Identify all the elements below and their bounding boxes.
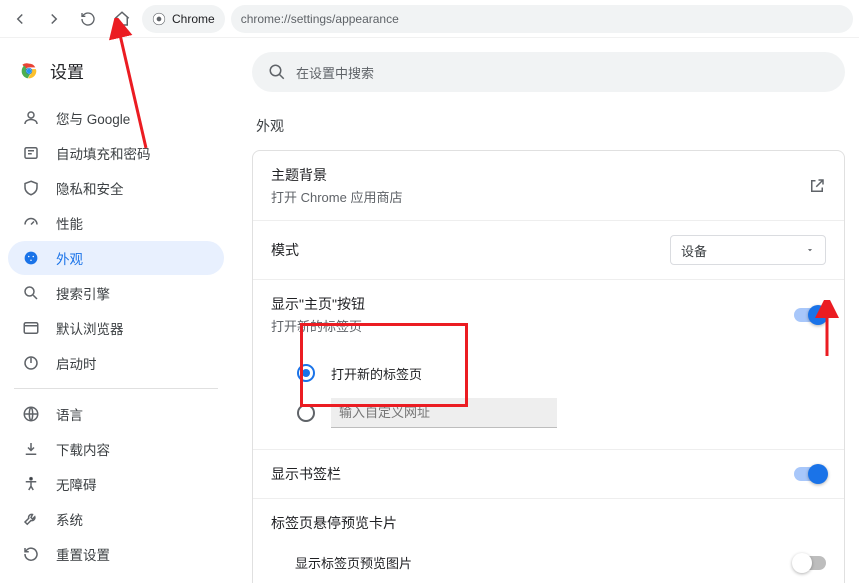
chrome-logo-icon <box>18 60 40 82</box>
hover-title: 标签页悬停预览卡片 <box>271 513 397 533</box>
sidebar-item-autofill[interactable]: 自动填充和密码 <box>8 136 224 170</box>
site-chip[interactable]: Chrome <box>142 5 225 33</box>
theme-sub: 打开 Chrome 应用商店 <box>271 187 402 206</box>
sidebar-item-label: 重置设置 <box>56 544 110 564</box>
address-bar[interactable]: chrome://settings/appearance <box>231 5 853 33</box>
home-title: 显示"主页"按钮 <box>271 294 365 314</box>
sidebar-item-shield[interactable]: 隐私和安全 <box>8 171 224 205</box>
mode-value: 设备 <box>681 241 707 260</box>
bookmarks-title: 显示书签栏 <box>271 464 341 484</box>
appearance-icon <box>22 249 40 267</box>
hover-a-toggle[interactable] <box>794 556 826 570</box>
radio-off-icon <box>297 404 315 422</box>
radio-on-icon <box>297 364 315 382</box>
sidebar-item-access[interactable]: 无障碍 <box>8 467 224 501</box>
user-icon <box>22 109 40 127</box>
sidebar-item-label: 隐私和安全 <box>56 178 124 198</box>
row-hover-a: 显示标签页预览图片 <box>253 539 844 583</box>
sidebar-item-label: 性能 <box>56 213 83 233</box>
site-chip-label: Chrome <box>172 12 215 26</box>
reset-icon <box>22 545 40 563</box>
home-button[interactable] <box>108 5 136 33</box>
sidebar-item-label: 下载内容 <box>56 439 110 459</box>
custom-url-input[interactable] <box>331 398 557 428</box>
sidebar-item-label: 无障碍 <box>56 474 97 494</box>
back-button[interactable] <box>6 5 34 33</box>
forward-button[interactable] <box>40 5 68 33</box>
radio-newtab-label: 打开新的标签页 <box>331 364 422 383</box>
home-toggle[interactable] <box>794 308 826 322</box>
row-theme[interactable]: 主题背景 打开 Chrome 应用商店 <box>253 151 844 220</box>
open-external-icon <box>808 177 826 195</box>
bookmarks-toggle[interactable] <box>794 467 826 481</box>
sidebar-item-power[interactable]: 启动时 <box>8 346 224 380</box>
sidebar-item-reset[interactable]: 重置设置 <box>8 537 224 571</box>
home-sub: 打开新的标签页 <box>271 316 365 335</box>
section-title: 外观 <box>256 116 845 136</box>
sidebar-title: 设置 <box>50 58 84 83</box>
mode-select[interactable]: 设备 <box>670 235 826 265</box>
url-text: chrome://settings/appearance <box>241 12 399 26</box>
reload-button[interactable] <box>74 5 102 33</box>
row-home-button: 显示"主页"按钮 打开新的标签页 <box>253 279 844 349</box>
sidebar-item-globe[interactable]: 语言 <box>8 397 224 431</box>
main-panel: 在设置中搜索 外观 主题背景 打开 Chrome 应用商店 模式 设备 <box>232 38 859 583</box>
sidebar-item-label: 系统 <box>56 509 83 529</box>
row-bookmarks-bar: 显示书签栏 <box>253 449 844 498</box>
speed-icon <box>22 214 40 232</box>
autofill-icon <box>22 144 40 162</box>
sidebar-item-wrench[interactable]: 系统 <box>8 502 224 536</box>
sidebar-item-search[interactable]: 搜索引擎 <box>8 276 224 310</box>
mode-title: 模式 <box>271 240 299 260</box>
sidebar-item-label: 外观 <box>56 248 83 268</box>
sidebar: 设置 您与 Google 自动填充和密码隐私和安全性能外观搜索引擎默认浏览器启动时… <box>0 38 232 583</box>
home-radio-custom[interactable] <box>297 393 844 433</box>
theme-title: 主题背景 <box>271 165 402 185</box>
search-icon <box>22 284 40 302</box>
download-icon <box>22 440 40 458</box>
access-icon <box>22 475 40 493</box>
sidebar-item-appearance[interactable]: 外观 <box>8 241 224 275</box>
sidebar-item-label: 您与 Google <box>56 108 130 128</box>
settings-search[interactable]: 在设置中搜索 <box>252 52 845 92</box>
sidebar-item-browser[interactable]: 默认浏览器 <box>8 311 224 345</box>
shield-icon <box>22 179 40 197</box>
appearance-card: 主题背景 打开 Chrome 应用商店 模式 设备 显示"主页"按钮 打开新的标… <box>252 150 845 583</box>
chrome-icon <box>152 12 166 26</box>
sidebar-item-label: 语言 <box>56 404 83 424</box>
home-radio-group: 打开新的标签页 <box>253 349 844 449</box>
sidebar-item-label: 默认浏览器 <box>56 318 124 338</box>
sidebar-item-speed[interactable]: 性能 <box>8 206 224 240</box>
power-icon <box>22 354 40 372</box>
wrench-icon <box>22 510 40 528</box>
row-hover-cards: 标签页悬停预览卡片 <box>253 498 844 539</box>
row-mode: 模式 设备 <box>253 220 844 279</box>
sidebar-divider <box>14 388 218 389</box>
search-placeholder: 在设置中搜索 <box>296 63 374 82</box>
sidebar-item-label: 搜索引擎 <box>56 283 110 303</box>
sidebar-item-user[interactable]: 您与 Google <box>8 101 224 135</box>
hover-a-title: 显示标签页预览图片 <box>295 553 412 572</box>
sidebar-item-download[interactable]: 下载内容 <box>8 432 224 466</box>
sidebar-item-label: 自动填充和密码 <box>56 143 151 163</box>
search-icon <box>268 63 286 81</box>
sidebar-item-label: 启动时 <box>56 353 97 373</box>
globe-icon <box>22 405 40 423</box>
home-radio-newtab[interactable]: 打开新的标签页 <box>297 353 844 393</box>
browser-icon <box>22 319 40 337</box>
chevron-down-icon <box>805 245 815 255</box>
